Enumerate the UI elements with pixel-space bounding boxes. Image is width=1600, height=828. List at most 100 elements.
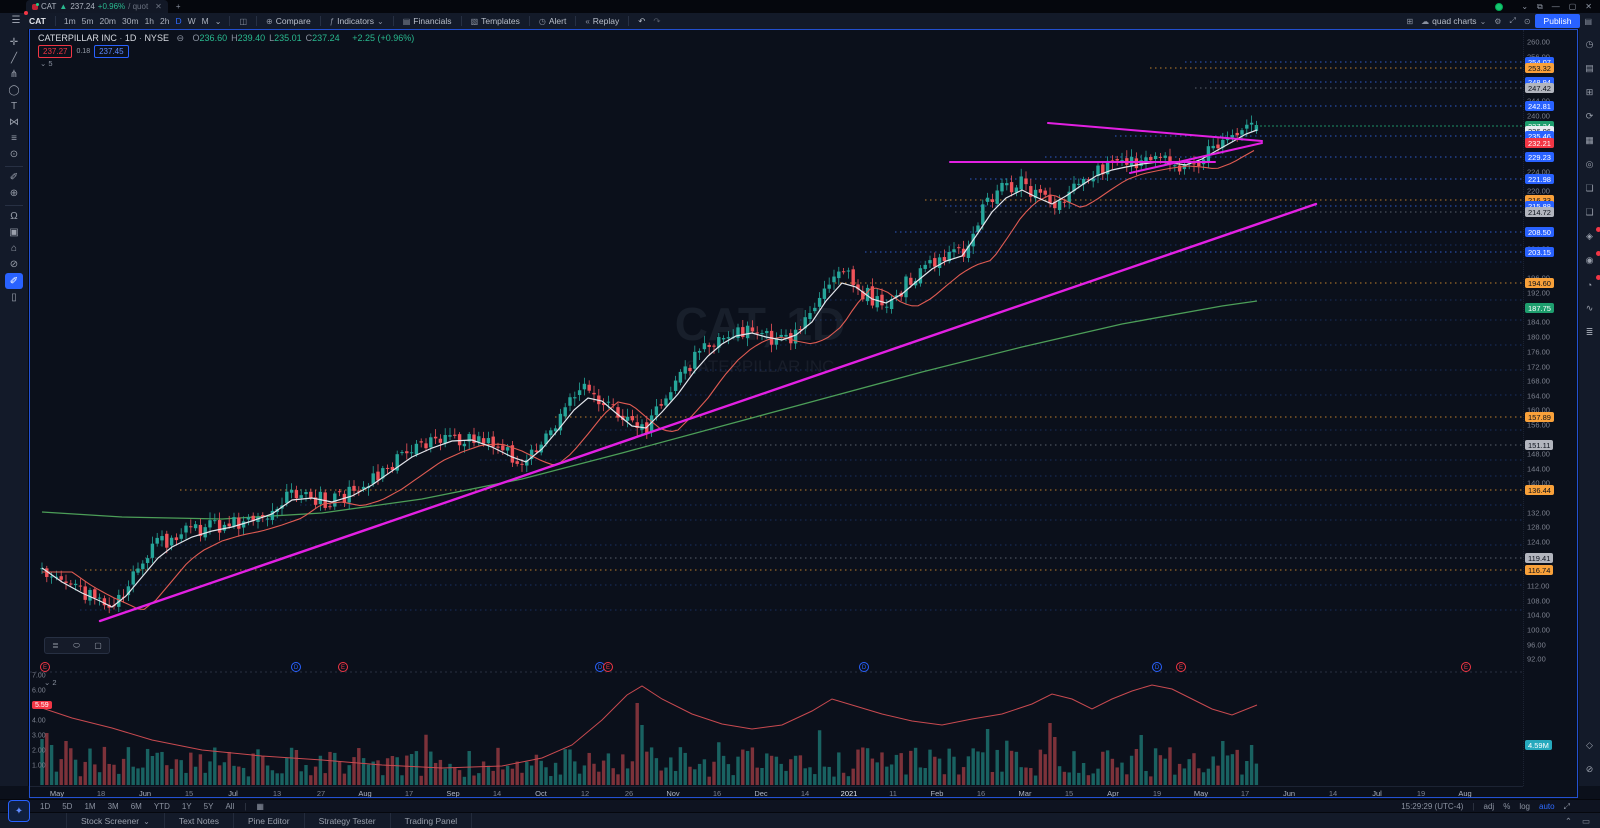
publish-button[interactable]: Publish — [1534, 14, 1581, 28]
floating-drawing-toolbar[interactable]: ≣ ⬭ ▢ — [44, 637, 110, 654]
price-axis[interactable]: 260.00256.00254.07253.32248.94247.42244.… — [1523, 30, 1579, 786]
redo-button[interactable]: ↷ — [649, 16, 664, 27]
range-5d-button[interactable]: 5D — [56, 802, 78, 811]
window-close-icon[interactable]: ✕ — [1585, 2, 1592, 11]
legend-more-icon[interactable]: ⊖ — [176, 33, 184, 43]
mini-toolbar-icon-1[interactable]: ⬭ — [73, 641, 80, 651]
bottom-left-panel-button[interactable]: ✦ — [8, 800, 30, 822]
ideas-icon[interactable]: ◎ — [1581, 157, 1599, 172]
fullscreen-button[interactable]: ⤢ — [1505, 16, 1519, 26]
range-3m-button[interactable]: 3M — [102, 802, 125, 811]
dividend-marker[interactable]: D — [291, 662, 301, 672]
indicators-button[interactable]: ƒ Indicators ⌄ — [326, 16, 388, 26]
bar-replay-icon[interactable]: ⟳ — [1581, 109, 1599, 124]
timeframe-1m[interactable]: 1m — [61, 16, 79, 26]
timeframe-2h[interactable]: 2h — [157, 16, 172, 26]
pulse-icon[interactable]: ∿ — [1581, 301, 1599, 316]
volume-collapsed-row[interactable]: ⌄ 2 — [44, 678, 57, 687]
timeframe-20m[interactable]: 20m — [96, 16, 119, 26]
symbol-search-button[interactable]: CAT — [25, 16, 50, 26]
range-5y-button[interactable]: 5Y — [198, 802, 220, 811]
timeframe-5m[interactable]: 5m — [79, 16, 97, 26]
streams-icon[interactable]: ◉ — [1581, 251, 1600, 268]
main-menu-button[interactable]: ☰ — [7, 11, 28, 28]
time-axis[interactable]: May 18 Jun 15 Jul 13 27 Aug 17 Sep 14 Oct 12 26 Nov 16 D… — [30, 786, 1523, 799]
range-ytd-button[interactable]: YTD — [148, 802, 176, 811]
drawing-sync-icon[interactable]: ✐ — [5, 273, 23, 289]
range-6m-button[interactable]: 6M — [125, 802, 148, 811]
remove-drawings-icon[interactable]: ▯ — [5, 290, 23, 305]
footer-panel-icon[interactable]: ▭ — [1582, 816, 1590, 827]
undo-button[interactable]: ↶ — [634, 16, 649, 27]
replay-button[interactable]: «Replay — [581, 16, 623, 26]
window-maximize-icon[interactable]: ▢ — [1569, 2, 1577, 11]
chart-canvas[interactable]: CAT, 1D CATERPILLAR INC E D E D E D D E E — [30, 30, 1523, 786]
pattern-xabcd-icon[interactable]: ⋈ — [5, 115, 23, 130]
layout-name-button[interactable]: ☁ quad charts ⌄ — [1417, 16, 1490, 26]
range-all-button[interactable]: All — [219, 802, 240, 811]
dividend-marker[interactable]: D — [1152, 662, 1162, 672]
financials-button[interactable]: ▤ Financials — [399, 16, 456, 26]
text-icon[interactable]: T — [5, 99, 23, 114]
compare-button[interactable]: ⊕ Compare — [262, 16, 315, 26]
zoom-in-icon[interactable]: ⊕ — [5, 186, 23, 201]
footer-tab-text-notes[interactable]: Text Notes — [165, 813, 234, 828]
ask-value[interactable]: 237.45 — [94, 45, 129, 58]
details-icon[interactable]: ≣ — [1581, 325, 1599, 340]
chart-legend[interactable]: CATERPILLAR INC · 1D · NYSE ⊖ O236.60 H23… — [38, 33, 414, 44]
footer-tab-pine-editor[interactable]: Pine Editor — [234, 813, 305, 828]
mini-toolbar-icon-0[interactable]: ≣ — [52, 641, 59, 650]
timeframe-30m[interactable]: 30m — [119, 16, 142, 26]
timeframe-chevron-icon[interactable]: ⌄ — [212, 17, 225, 26]
window-minimize-icon[interactable]: — — [1552, 2, 1560, 11]
data-window-icon[interactable]: ▤ — [1581, 61, 1599, 76]
tab-close-icon[interactable]: ✕ — [155, 2, 162, 11]
settings-gear-button[interactable]: ⚙ — [1490, 17, 1505, 26]
earnings-marker[interactable]: E — [338, 662, 348, 672]
measure-icon[interactable]: ✐ — [5, 170, 23, 185]
comments-icon[interactable]: ❑ — [1581, 205, 1599, 220]
toggle-adj[interactable]: adj — [1484, 802, 1495, 811]
alert-button[interactable]: ◷ Alert — [535, 16, 570, 26]
panel-toggle-icon[interactable]: ▤ — [1580, 17, 1596, 26]
axis-expand-icon[interactable]: ⤢ — [1564, 802, 1570, 812]
toggle-percent[interactable]: % — [1503, 802, 1510, 811]
object-tree-icon[interactable]: ◇ — [1581, 738, 1599, 753]
calendar-icon[interactable]: ▦ — [1581, 133, 1599, 148]
shapes-icon[interactable]: ◯ — [5, 83, 23, 98]
footer-tab-strategy-tester[interactable]: Strategy Tester — [305, 813, 391, 828]
range-1d-button[interactable]: 1D — [34, 802, 56, 811]
timeframe-D[interactable]: D — [173, 16, 185, 26]
trendline-icon[interactable]: ╱ — [5, 51, 23, 66]
footer-collapse-icon[interactable]: ⌃ — [1565, 816, 1572, 827]
fib-icon[interactable]: ⋔ — [5, 67, 23, 82]
eye-icon[interactable]: ⊙ — [5, 147, 23, 162]
footer-tab-stock-screener[interactable]: Stock Screener ⌄ — [66, 813, 165, 828]
range-1m-button[interactable]: 1M — [78, 802, 101, 811]
chat-icon[interactable]: ❏ — [1581, 181, 1599, 196]
mini-toolbar-icon-2[interactable]: ▢ — [94, 641, 102, 650]
dividend-marker[interactable]: D — [859, 662, 869, 672]
earnings-marker[interactable]: E — [40, 662, 50, 672]
hide-drawings-icon[interactable]: ⊘ — [5, 257, 23, 272]
earnings-marker[interactable]: E — [603, 662, 613, 672]
chart-type-button[interactable]: ◫ — [235, 17, 251, 26]
window-chevron-down-icon[interactable]: ⌄ — [1521, 2, 1528, 11]
window-pip-icon[interactable]: ⧉ — [1537, 2, 1543, 11]
layout-grid-button[interactable]: ⊞ — [1402, 17, 1417, 26]
timeframe-M[interactable]: M — [199, 16, 212, 26]
toggle-auto[interactable]: auto — [1539, 802, 1555, 811]
templates-button[interactable]: ▧ Templates — [467, 16, 524, 26]
earnings-marker[interactable]: E — [1461, 662, 1471, 672]
objects-icon[interactable]: ▣ — [5, 225, 23, 240]
alerts-clock-icon[interactable]: ◷ — [1581, 37, 1599, 52]
timeframe-1h[interactable]: 1h — [142, 16, 157, 26]
toggle-log[interactable]: log — [1519, 802, 1530, 811]
profile-status-icon[interactable] — [1495, 2, 1504, 11]
goto-date-button[interactable]: ▦ — [250, 802, 270, 811]
lock-icon[interactable]: ⌂ — [5, 241, 23, 256]
forecast-icon[interactable]: ≡ — [5, 131, 23, 146]
earnings-marker[interactable]: E — [1176, 662, 1186, 672]
browser-tab[interactable]: CAT ▲ 237.24 +0.96% / quot ✕ — [26, 0, 168, 13]
help-icon[interactable]: ⊘ — [1581, 762, 1599, 777]
